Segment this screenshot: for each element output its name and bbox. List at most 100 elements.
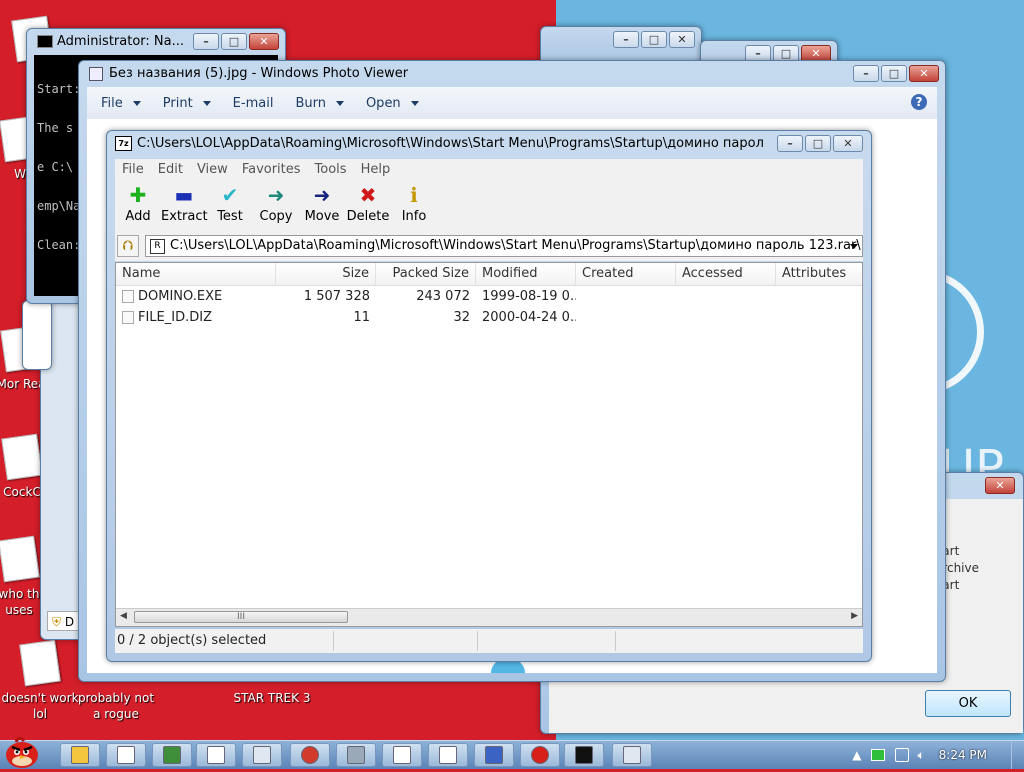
col-created[interactable]: Created [576,263,676,285]
col-accessed[interactable]: Accessed [676,263,776,285]
ok-button[interactable]: OK [925,690,1011,717]
folder-icon [71,746,89,764]
taskbar-button[interactable] [290,743,330,767]
console-title-text: Administrator: Na... [57,34,184,49]
menu-view[interactable]: View [197,162,228,177]
menu-open[interactable]: Open [366,96,419,111]
taskbar-button[interactable] [336,743,376,767]
close-button[interactable]: ✕ [249,33,279,50]
network-icon[interactable] [895,748,910,762]
maximize-button[interactable]: □ [221,33,247,50]
sevenzip-menubar: File Edit View Favorites Tools Help [115,159,863,179]
menu-favorites[interactable]: Favorites [242,162,301,177]
document-icon [439,746,457,764]
tray-expand-icon[interactable]: ▲ [852,748,861,762]
col-name[interactable]: Name [116,263,276,285]
menu-label: Open [365,95,401,111]
window-controls: – □ ✕ [777,135,863,152]
table-row[interactable]: FILE_ID.DIZ 11 32 2000-04-24 0... [116,307,862,328]
col-attributes[interactable]: Attributes [776,263,862,285]
maximize-button[interactable]: □ [641,31,667,48]
minimize-button[interactable]: – [853,65,879,82]
taskbar-button[interactable] [106,743,146,767]
sevenzip-window[interactable]: 7z C:\Users\LOL\AppData\Roaming\Microsoft… [106,130,872,662]
minimize-button[interactable]: – [777,135,803,152]
menu-print[interactable]: Print [163,96,211,111]
menu-email[interactable]: E-mail [233,96,274,111]
desktop-icon-label: probably not a rogue [77,691,155,721]
archive-icon [347,746,365,764]
document-icon [117,746,135,764]
taskbar-button[interactable] [196,743,236,767]
toolbar-button-delete[interactable]: ✖ Delete [345,179,391,231]
dialog-close-button[interactable]: ✕ [985,477,1015,494]
menu-burn[interactable]: Burn [295,96,344,111]
col-modified[interactable]: Modified [476,263,576,285]
toolbar-button-extract[interactable]: ▬ Extract [161,179,208,231]
menu-help[interactable]: Help [361,162,391,177]
cell-packed: 32 [453,310,470,325]
col-size[interactable]: Size [276,263,376,285]
taskbar-button[interactable] [520,743,560,767]
console-icon [575,746,593,764]
chevron-down-icon [410,100,419,106]
volume-icon[interactable]: 🔈︎ [917,748,924,763]
chevron-down-icon[interactable] [850,244,858,249]
clock[interactable]: 8:24 PM [939,748,987,762]
scroll-right-icon[interactable]: ▶ [851,611,858,621]
taskbar-button[interactable] [428,743,468,767]
col-packed-size[interactable]: Packed Size [376,263,476,285]
shield-icon: ⛨ [52,615,62,629]
help-icon[interactable]: ? [911,94,927,110]
system-tray: ▲ 🔈︎ 8:24 PM [852,741,1024,769]
desktop-icon-label: STAR TREK 3 [233,691,311,705]
minimize-button[interactable]: – [613,31,639,48]
stop-icon [531,746,549,764]
close-button[interactable]: ✕ [669,31,695,48]
close-button[interactable]: ✕ [909,65,939,82]
scroll-left-icon[interactable]: ◀ [120,611,127,621]
taskbar-button[interactable] [612,743,652,767]
battery-icon[interactable] [871,749,886,761]
toolbar-button-test[interactable]: ✔ Test [207,179,253,231]
start-button[interactable] [2,733,42,769]
desktop-icon-label: doesn't work lol [1,691,79,721]
address-text: C:\Users\LOL\AppData\Roaming\Microsoft\W… [170,238,861,253]
menu-edit[interactable]: Edit [158,162,183,177]
taskbar-button[interactable] [474,743,514,767]
chevron-down-icon [132,100,141,106]
maximize-button[interactable]: □ [881,65,907,82]
menu-file[interactable]: File [122,162,144,177]
toolbar-button-move[interactable]: ➜ Move [299,179,345,231]
close-button[interactable]: ✕ [833,135,863,152]
taskbar-button[interactable] [382,743,422,767]
up-folder-button[interactable]: ⮉ [117,235,139,257]
taskbar-button[interactable] [60,743,100,767]
dialog-line: rchive [942,561,979,575]
toolbar-button-info[interactable]: ℹ Info [391,179,437,231]
console-icon [37,35,53,48]
photo-viewer-icon [623,746,641,764]
taskbar-button[interactable] [564,743,604,767]
taskbar-button[interactable] [242,743,282,767]
check-icon: ✔ [221,183,239,207]
toolbar-button-copy[interactable]: ➜ Copy [253,179,299,231]
photo-viewer-menubar: File Print E-mail Burn Open ? [87,87,937,119]
minimize-button[interactable]: – [193,33,219,50]
toolbar-button-add[interactable]: ✚ Add [115,179,161,231]
cell-name: FILE_ID.DIZ [138,310,212,325]
table-row[interactable]: DOMINO.EXE 1 507 328 243 072 1999-08-19 … [116,286,862,307]
horizontal-scrollbar[interactable]: ◀ III ▶ [116,608,862,626]
desktop-icon[interactable]: doesn't work lol [0,639,80,722]
scroll-thumb[interactable]: III [134,611,348,623]
minus-icon: ▬ [174,183,194,207]
maximize-button[interactable]: □ [805,135,831,152]
address-input[interactable]: R C:\Users\LOL\AppData\Roaming\Microsoft… [145,235,863,257]
file-list[interactable]: Name Size Packed Size Modified Created A… [115,262,863,627]
show-desktop-button[interactable] [1011,741,1024,769]
menu-label: Print [162,95,193,111]
taskbar-button[interactable] [152,743,192,767]
menu-file[interactable]: File [101,96,141,111]
menu-tools[interactable]: Tools [315,162,347,177]
cell-modified: 1999-08-19 0... [482,289,576,304]
